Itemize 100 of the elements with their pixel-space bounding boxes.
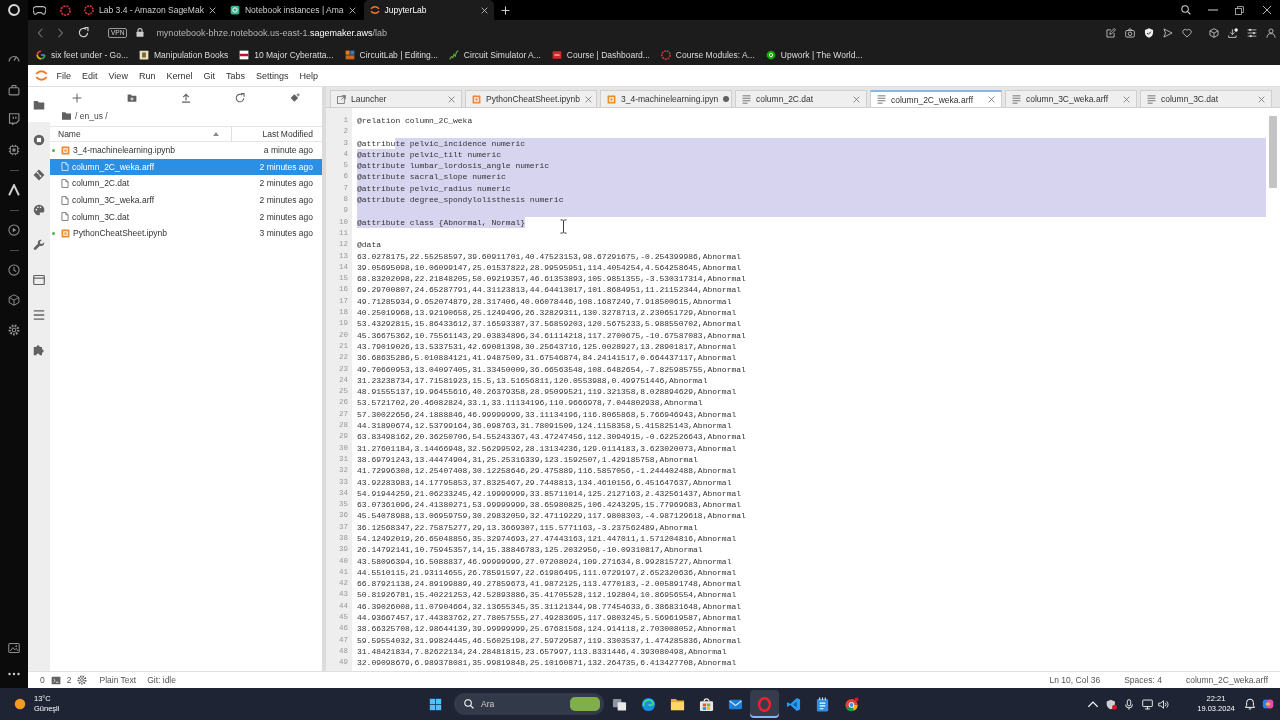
folder-icon[interactable] — [62, 111, 71, 120]
settings-icon[interactable] — [8, 324, 20, 336]
menu-item[interactable]: Settings — [250, 68, 294, 83]
bookmark[interactable]: 10 Major Cyberatta... — [239, 50, 334, 60]
restore-icon[interactable] — [1235, 5, 1244, 15]
clock-icon[interactable] — [8, 264, 20, 276]
breadcrumb-path[interactable]: / en_us / — [75, 110, 108, 121]
bookmark[interactable]: six feet under - Go... — [36, 50, 128, 60]
peak-icon[interactable] — [8, 184, 20, 196]
chat-bubble-icon[interactable] — [8, 113, 20, 125]
edit-icon[interactable] — [1105, 27, 1116, 38]
document-tab[interactable]: column_3C_weka.arff — [1005, 90, 1137, 107]
file-row[interactable]: column_3C.dat 2 minutes ago — [50, 208, 322, 225]
bell-icon[interactable] — [1244, 698, 1256, 710]
file-mode[interactable]: Plain Text — [99, 675, 137, 685]
four-squares-logo-icon[interactable] — [429, 697, 442, 711]
person-icon[interactable] — [1265, 27, 1276, 38]
back-icon[interactable] — [37, 27, 43, 38]
file-row[interactable]: column_3C_weka.arff 2 minutes ago — [50, 191, 322, 209]
gamepad-icon[interactable] — [32, 5, 46, 15]
sliders-icon[interactable] — [1246, 27, 1257, 38]
code-line: 36.68635286,5.010884121,41.9487509,31.67546874,84.24141517,0.664437117,Abnormal — [357, 352, 737, 364]
image-icon[interactable] — [8, 642, 20, 654]
document-tab[interactable]: 3_4-machinelearning.ipyn — [600, 90, 732, 107]
menu-item[interactable]: Run — [133, 68, 161, 83]
file-name: column_2C.dat — [72, 178, 131, 189]
blob-logo-icon[interactable] — [1262, 698, 1274, 710]
document-tab[interactable]: column_3C.dat — [1140, 90, 1272, 107]
url-text[interactable]: mynotebook-bhze.notebook.us-east-1.sagemaker.aws/lab — [156, 27, 387, 38]
column-header[interactable]: Name — [50, 127, 232, 141]
search-icon[interactable] — [1180, 5, 1191, 15]
sun-icon[interactable] — [14, 698, 26, 710]
monitor-icon[interactable] — [1141, 698, 1153, 710]
new-folder-icon[interactable] — [126, 92, 137, 103]
code-line: 32.09098679,6.989378081,35.99819848,25.10160871,132.264735,6.413427708,Abnormal — [357, 657, 737, 669]
terminal-count[interactable]: 0 — [40, 675, 45, 685]
launch-icon — [337, 94, 346, 104]
file-row[interactable]: column_2C.dat 2 minutes ago — [50, 175, 322, 192]
download-icon[interactable] — [1227, 27, 1238, 38]
cursor-position[interactable]: Ln 10, Col 36 — [1049, 675, 1101, 685]
indent-setting[interactable]: Spaces: 4 — [1124, 675, 1162, 685]
reload-icon[interactable] — [77, 27, 89, 38]
dashed-ring-icon[interactable] — [59, 4, 71, 16]
bag-icon[interactable] — [8, 84, 20, 96]
document-tab[interactable]: column_2C.dat — [735, 90, 867, 107]
terminal-icon[interactable] — [50, 675, 61, 685]
bookmark[interactable]: Circuit Simulator A... — [448, 50, 541, 60]
browser-tab[interactable]: JupyterLab — [363, 0, 494, 20]
more-icon[interactable] — [8, 672, 20, 676]
search-field[interactable]: Ara — [454, 693, 604, 715]
upload-icon[interactable] — [181, 92, 191, 103]
kernel-count[interactable]: 2 — [66, 675, 72, 685]
taskbar-button[interactable] — [750, 690, 779, 718]
bookmark[interactable]: Manipulation Books — [139, 50, 229, 60]
bookmark[interactable]: Course | Dashboard... — [551, 50, 650, 60]
browser-tab[interactable]: Lab 3.4 - Amazon SageMak — [78, 0, 222, 20]
code-line: 45.36675362,10.75561143,29.03834896,34.61114218,117.2700675,-10.67587083,Abnormal — [357, 329, 746, 341]
menu-item[interactable]: Kernel — [160, 68, 198, 83]
menu-item[interactable]: Tabs — [220, 68, 251, 83]
microphone-icon[interactable] — [1124, 698, 1134, 710]
striped-tile-icon — [239, 50, 250, 60]
menu-item[interactable]: Help — [294, 68, 324, 83]
shield-icon[interactable] — [1143, 27, 1154, 38]
send-icon[interactable] — [1162, 27, 1173, 38]
cube-icon[interactable] — [1208, 27, 1219, 38]
menu-item[interactable]: View — [103, 68, 134, 83]
code-line: @relation column_2C_weka — [357, 115, 473, 127]
scrollbar-thumb[interactable] — [1269, 116, 1277, 188]
document-tab[interactable]: PythonCheatSheet.ipynb — [465, 90, 597, 107]
bookmark[interactable]: Course Modules: A... — [660, 50, 755, 60]
cube-icon[interactable] — [8, 294, 20, 306]
heart-icon[interactable] — [1181, 27, 1192, 38]
refresh-icon[interactable] — [235, 92, 246, 103]
document-tab[interactable]: column_2C_weka.arff — [870, 90, 1002, 107]
bookmark[interactable]: CircuitLab | Editing... — [344, 50, 438, 60]
ring-logo-icon[interactable] — [8, 4, 20, 16]
sidebar-tab[interactable] — [28, 87, 50, 122]
file-row[interactable]: 3_4-machinelearning.ipynb a minute ago — [50, 142, 322, 159]
chip-icon[interactable] — [8, 144, 20, 156]
file-row[interactable]: PythonCheatSheet.ipynb 3 minutes ago — [50, 224, 322, 242]
forward-icon[interactable] — [57, 27, 63, 38]
text-file-icon — [742, 94, 751, 104]
sort-ascending-icon[interactable] — [213, 132, 219, 136]
camera-icon[interactable] — [1124, 27, 1135, 38]
gear-icon[interactable] — [77, 675, 88, 685]
chevron-up-icon[interactable] — [1088, 700, 1098, 708]
arcs-logo-icon[interactable] — [34, 70, 48, 81]
bookmark[interactable]: Upwork | The World... — [765, 50, 863, 60]
play-circle-icon[interactable] — [8, 224, 20, 236]
document-tab[interactable]: Launcher — [330, 90, 462, 107]
code-line: 44.31890674,12.53799164,36.098763,31.78091509,124.1158358,5.415825143,Abnormal — [357, 420, 732, 432]
diamond-plus-icon[interactable] — [289, 92, 300, 103]
speaker-icon[interactable] — [1157, 698, 1169, 710]
column-header[interactable]: Last Modified — [232, 127, 322, 141]
menu-item[interactable]: Git — [197, 68, 221, 83]
minimize-icon[interactable] — [1207, 9, 1218, 11]
menu-item[interactable]: File — [51, 68, 77, 83]
shield-icon[interactable] — [1105, 698, 1117, 710]
browser-tab[interactable]: Notebook instances | Ama — [223, 0, 362, 20]
menu-item[interactable]: Edit — [76, 68, 104, 83]
